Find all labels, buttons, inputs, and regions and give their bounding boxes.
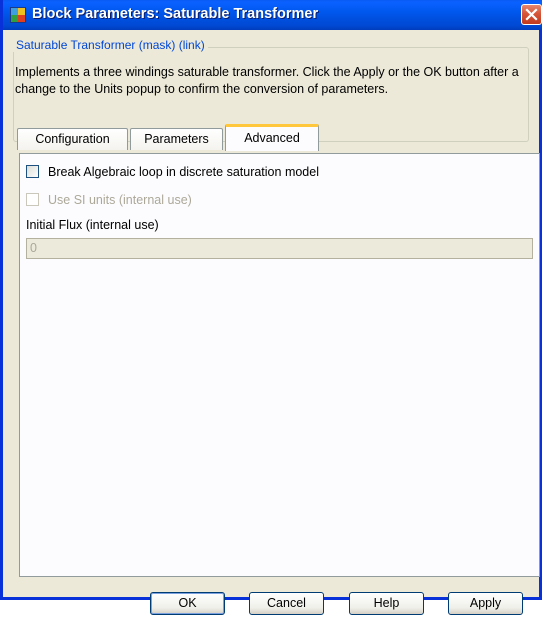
window-title: Block Parameters: Saturable Transformer <box>32 6 319 22</box>
simulink-block-icon <box>10 7 26 23</box>
tab-configuration[interactable]: Configuration <box>17 128 128 150</box>
title-bar[interactable]: Block Parameters: Saturable Transformer <box>3 0 542 30</box>
advanced-tab-panel: Break Algebraic loop in discrete saturat… <box>19 153 540 577</box>
break-algebraic-loop-label[interactable]: Break Algebraic loop in discrete saturat… <box>48 164 319 180</box>
group-legend: Saturable Transformer (mask) (link) <box>13 38 208 52</box>
tab-parameters[interactable]: Parameters <box>130 128 223 150</box>
help-button[interactable]: Help <box>349 592 424 615</box>
apply-button[interactable]: Apply <box>448 592 523 615</box>
use-si-units-label: Use SI units (internal use) <box>48 193 192 207</box>
break-algebraic-loop-checkbox[interactable] <box>26 165 39 178</box>
initial-flux-label: Initial Flux (internal use) <box>26 218 159 232</box>
ok-button[interactable]: OK <box>150 592 225 615</box>
close-button[interactable] <box>521 4 542 25</box>
mask-description: Implements a three windings saturable tr… <box>15 65 519 96</box>
close-icon <box>525 8 538 21</box>
use-si-units-checkbox <box>26 193 39 206</box>
dialog-window: Block Parameters: Saturable Transformer … <box>0 0 542 615</box>
tab-advanced[interactable]: Advanced <box>225 124 319 151</box>
cancel-button[interactable]: Cancel <box>249 592 324 615</box>
initial-flux-field: 0 <box>26 238 533 259</box>
